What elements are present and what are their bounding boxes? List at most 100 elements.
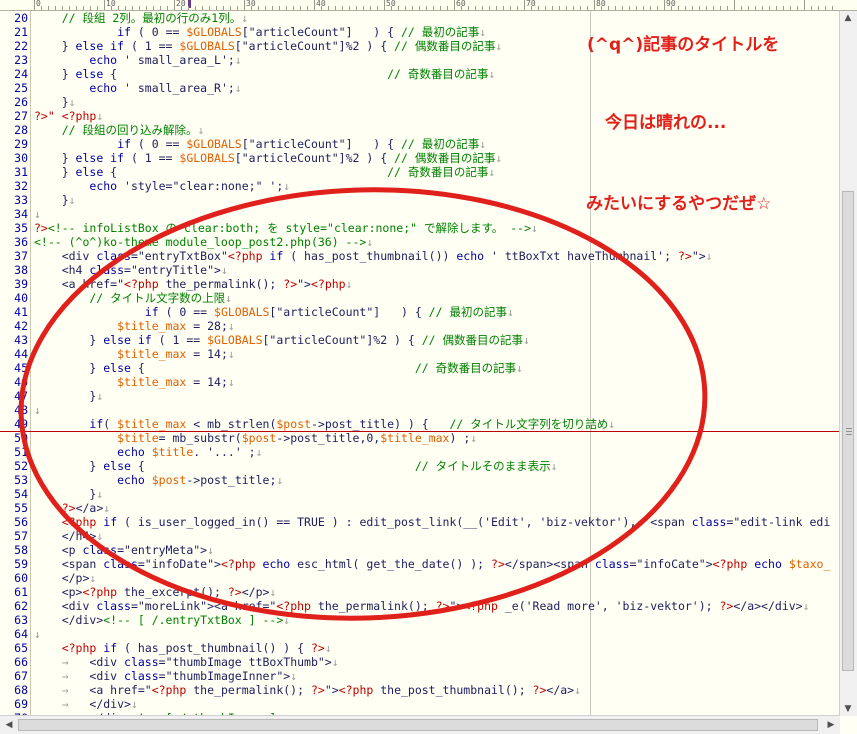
code-text[interactable]: }↓ <box>34 193 76 207</box>
code-text[interactable]: }↓ <box>34 389 103 403</box>
code-text[interactable]: if ( 0 == $GLOBALS["articleCount"] ) { /… <box>34 25 486 39</box>
code-line[interactable]: 37 <div class="entryTxtBox"<?php if ( ha… <box>0 249 839 263</box>
code-line[interactable]: 41 if ( 0 == $GLOBALS["articleCount"] ) … <box>0 305 839 319</box>
code-line[interactable]: 24 } else { // 奇数番目の記事↓ <box>0 67 839 81</box>
code-text[interactable]: ↓ <box>34 627 41 641</box>
code-line[interactable]: 57 </h4>↓ <box>0 529 839 543</box>
code-text[interactable]: } else { // タイトルそのまま表示↓ <box>34 459 557 473</box>
code-line[interactable]: 56 <?php if ( is_user_logged_in() == TRU… <box>0 515 839 529</box>
scroll-left-arrow-icon[interactable]: ◀ <box>2 718 16 732</box>
code-line[interactable]: 59 <span class="infoDate"><?php echo esc… <box>0 557 839 571</box>
code-text[interactable]: } else if ( 1 == $GLOBALS["articleCount"… <box>34 39 503 53</box>
code-text[interactable]: } else { // 奇数番目の記事↓ <box>34 67 496 81</box>
code-text[interactable]: <span class="infoDate"><?php echo esc_ht… <box>34 557 831 571</box>
code-text[interactable]: ?><!-- infoListBox の clear:both; を style… <box>34 221 538 235</box>
code-text[interactable]: } else { // 奇数番目の記事↓ <box>34 165 496 179</box>
code-text[interactable]: <?php if ( is_user_logged_in() == TRUE )… <box>34 515 831 529</box>
horizontal-scrollbar[interactable]: ◀ ▶ <box>0 715 840 734</box>
code-line[interactable]: 39 <a href="<?php the_permalink(); ?>"><… <box>0 277 839 291</box>
code-line[interactable]: 53 echo $post->post_title;↓ <box>0 473 839 487</box>
code-text[interactable]: // 段組 2列。最初の行のみ1列。↓ <box>34 11 248 25</box>
code-line[interactable]: 67 → <div class="thumbImageInner">↓ <box>0 669 839 683</box>
code-text[interactable]: } else if ( 1 == $GLOBALS["articleCount"… <box>34 151 503 165</box>
code-text[interactable]: → </div>↓ <box>34 697 138 711</box>
code-line-current[interactable]: 49 if( $title_max < mb_strlen($post->pos… <box>0 417 839 432</box>
code-line[interactable]: 38 <h4 class="entryTitle">↓ <box>0 263 839 277</box>
code-line[interactable]: 23 echo ' small_area_L';↓ <box>0 53 839 67</box>
code-text[interactable]: if ( 0 == $GLOBALS["articleCount"] ) { /… <box>34 305 514 319</box>
code-line[interactable]: 60 </p>↓ <box>0 571 839 585</box>
code-line[interactable]: 61 <p><?php the_excerpt(); ?></p>↓ <box>0 585 839 599</box>
code-line[interactable]: 66 → <div class="thumbImage ttBoxThumb">… <box>0 655 839 669</box>
code-line[interactable]: 35 ?><!-- infoListBox の clear:both; を sty… <box>0 221 839 235</box>
code-line[interactable]: 26 }↓ <box>0 95 839 109</box>
code-text[interactable]: → <div class="thumbImageInner">↓ <box>34 669 297 683</box>
code-text[interactable]: } else { // 奇数番目の記事↓ <box>34 361 523 375</box>
code-text[interactable]: </p>↓ <box>34 571 97 585</box>
code-line[interactable]: 62 <div class="moreLink"><a href="<?php … <box>0 599 839 613</box>
code-text[interactable]: ?></a>↓ <box>34 501 111 515</box>
code-line[interactable]: 29 if ( 0 == $GLOBALS["articleCount"] ) … <box>0 137 839 151</box>
code-line[interactable]: 68 → <a href="<?php the_permalink(); ?>"… <box>0 683 839 697</box>
code-text[interactable]: echo $post->post_title;↓ <box>34 473 283 487</box>
code-text[interactable]: echo 'style="clear:none;" ';↓ <box>34 179 290 193</box>
code-line[interactable]: 40 // タイトル文字数の上限↓ <box>0 291 839 305</box>
code-line[interactable]: 54 }↓ <box>0 487 839 501</box>
code-line[interactable]: 30 } else if ( 1 == $GLOBALS["articleCou… <box>0 151 839 165</box>
code-line[interactable]: 42 $title_max = 28;↓ <box>0 319 839 333</box>
code-text[interactable]: ↓ <box>34 207 41 221</box>
code-line[interactable]: 25 echo ' small_area_R';↓ <box>0 81 839 95</box>
code-line[interactable]: 46 $title_max = 14;↓ <box>0 375 839 389</box>
code-text[interactable]: // タイトル文字数の上限↓ <box>34 291 232 305</box>
code-text[interactable]: $title_max = 14;↓ <box>34 375 235 389</box>
code-text[interactable]: } else if ( 1 == $GLOBALS["articleCount"… <box>34 333 530 347</box>
scroll-right-arrow-icon[interactable]: ▶ <box>824 718 838 732</box>
code-line[interactable]: 65 <?php if ( has_post_thumbnail() ) { ?… <box>0 641 839 655</box>
code-text[interactable]: echo ' small_area_R';↓ <box>34 81 241 95</box>
code-line[interactable]: 50 $title= mb_substr($post->post_title,0… <box>0 431 839 445</box>
code-text[interactable]: <h4 class="entryTitle">↓ <box>34 263 228 277</box>
code-text[interactable]: → <a href="<?php the_permalink(); ?>"><?… <box>34 683 581 697</box>
code-text[interactable]: → <div class="thumbImage ttBoxThumb">↓ <box>34 655 339 669</box>
code-text[interactable]: $title= mb_substr($post->post_title,0,$t… <box>34 431 477 445</box>
vertical-scrollbar[interactable]: ▲ ▼ <box>839 11 857 716</box>
scroll-up-arrow-icon[interactable]: ▲ <box>841 11 855 25</box>
code-line[interactable]: 20 // 段組 2列。最初の行のみ1列。↓ <box>0 11 839 25</box>
code-text[interactable]: }↓ <box>34 95 76 109</box>
code-text[interactable]: <p class="entryMeta">↓ <box>34 543 214 557</box>
code-line[interactable]: 64 ↓ <box>0 627 839 641</box>
code-text[interactable]: <div class="entryTxtBox"<?php if ( has_p… <box>34 249 713 263</box>
code-line[interactable]: 36 <!-- (^o^)ko-theme module_loop_post2.p… <box>0 235 839 249</box>
code-line[interactable]: 51 echo $title. '...' ;↓ <box>0 445 839 459</box>
code-text[interactable]: }↓ <box>34 487 103 501</box>
code-line[interactable]: 47 }↓ <box>0 389 839 403</box>
code-text[interactable]: <a href="<?php the_permalink(); ?>"><?ph… <box>34 277 353 291</box>
code-text[interactable]: echo $title. '...' ;↓ <box>34 445 262 459</box>
code-text[interactable]: <?php if ( has_post_thumbnail() ) { ?>↓ <box>34 641 332 655</box>
vertical-scroll-thumb[interactable] <box>842 191 854 671</box>
code-text[interactable]: <p><?php the_excerpt(); ?></p>↓ <box>34 585 277 599</box>
code-line[interactable]: 55 ?></a>↓ <box>0 501 839 515</box>
code-text[interactable]: echo ' small_area_L';↓ <box>34 53 241 67</box>
code-line[interactable]: 48 ↓ <box>0 403 839 417</box>
code-line[interactable]: 52 } else { // タイトルそのまま表示↓ <box>0 459 839 473</box>
code-text[interactable]: $title_max = 14;↓ <box>34 347 235 361</box>
scroll-down-arrow-icon[interactable]: ▼ <box>841 702 855 716</box>
code-line[interactable]: 69 → </div>↓ <box>0 697 839 711</box>
code-line[interactable]: 63 </div><!-- [ /.entryTxtBox ] -->↓ <box>0 613 839 627</box>
code-text[interactable]: if( $title_max < mb_strlen($post->post_t… <box>34 417 615 431</box>
horizontal-scroll-thumb[interactable] <box>18 719 818 731</box>
code-text[interactable]: // 段組の回り込み解除。↓ <box>34 123 205 137</box>
code-line[interactable]: 45 } else { // 奇数番目の記事↓ <box>0 361 839 375</box>
code-text[interactable]: if ( 0 == $GLOBALS["articleCount"] ) { /… <box>34 137 486 151</box>
code-text[interactable]: ?>" <?php↓ <box>34 109 103 123</box>
code-text[interactable]: </h4>↓ <box>34 529 104 543</box>
code-text[interactable]: $title_max = 28;↓ <box>34 319 235 333</box>
code-text[interactable]: <!-- (^o^)ko-theme module_loop_post2.php… <box>34 235 373 249</box>
code-text[interactable]: <div class="moreLink"><a href="<?php the… <box>34 599 810 613</box>
code-line[interactable]: 58 <p class="entryMeta">↓ <box>0 543 839 557</box>
code-text[interactable]: </div><!-- [ /.entryTxtBox ] -->↓ <box>34 613 291 627</box>
code-line[interactable]: 44 $title_max = 14;↓ <box>0 347 839 361</box>
code-text[interactable]: ↓ <box>34 403 41 417</box>
code-line[interactable]: 31 } else { // 奇数番目の記事↓ <box>0 165 839 179</box>
